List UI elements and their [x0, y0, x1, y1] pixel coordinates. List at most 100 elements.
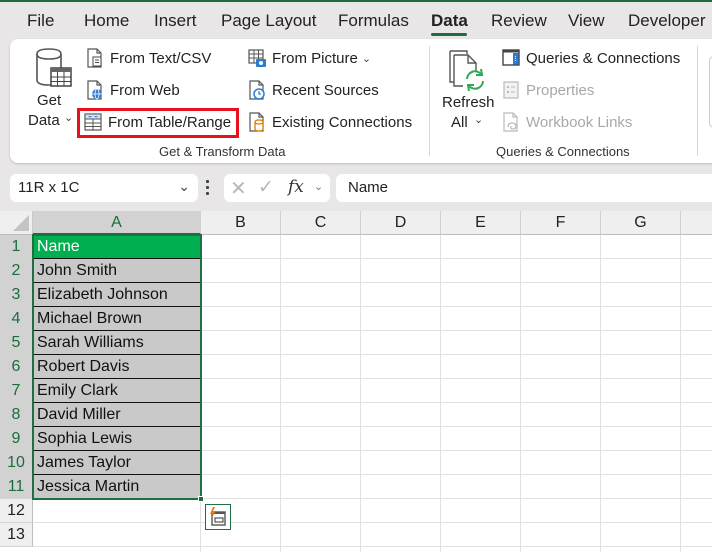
- cell-a5[interactable]: Sarah Williams: [34, 331, 200, 355]
- cell-a9[interactable]: Sophia Lewis: [34, 427, 200, 451]
- row-header-11[interactable]: 11: [0, 475, 33, 499]
- queries-connections-button[interactable]: Queries & Connections: [502, 48, 680, 68]
- row-header-5[interactable]: 5: [0, 331, 33, 355]
- column-header-d[interactable]: D: [361, 211, 441, 235]
- cell-a8[interactable]: David Miller: [34, 403, 200, 427]
- quick-analysis-button[interactable]: [205, 504, 231, 530]
- chevron-down-icon: ⌄: [361, 52, 372, 65]
- group-separator: [697, 46, 698, 156]
- refresh-icon: [449, 50, 484, 92]
- group-label-queries: Queries & Connections: [496, 144, 630, 159]
- cell-a3[interactable]: Elizabeth Johnson: [34, 283, 200, 307]
- formula-value: Name: [348, 179, 389, 196]
- tab-developer[interactable]: Developer: [628, 11, 706, 31]
- select-all-triangle-icon: [13, 215, 29, 231]
- from-text-csv-button[interactable]: From Text/CSV: [86, 48, 211, 68]
- group-label-get-transform: Get & Transform Data: [159, 144, 286, 159]
- cell-a11[interactable]: Jessica Martin: [34, 475, 200, 499]
- from-web-button[interactable]: From Web: [86, 80, 180, 100]
- from-text-csv-label: From Text/CSV: [110, 49, 212, 67]
- from-picture-button[interactable]: From Picture ⌄: [248, 48, 371, 68]
- row-header-6[interactable]: 6: [0, 355, 33, 379]
- chevron-down-icon: ⌄: [64, 112, 74, 124]
- quick-analysis-icon: [210, 507, 226, 526]
- row-header-3[interactable]: 3: [0, 283, 33, 307]
- tab-formulas[interactable]: Formulas: [338, 11, 409, 31]
- tab-page-layout[interactable]: Page Layout: [221, 11, 316, 31]
- refresh-all-button[interactable]: [440, 44, 496, 134]
- ribbon-tabs: File Home Insert Page Layout Formulas Da…: [0, 2, 712, 38]
- formula-buttons: ✕ ✓ fx ⌄: [224, 174, 330, 202]
- tab-view[interactable]: View: [568, 11, 605, 31]
- queries-connections-label: Queries & Connections: [526, 49, 681, 67]
- workbook-links-button[interactable]: Workbook Links: [502, 112, 632, 132]
- existing-connections-button[interactable]: Existing Connections: [248, 112, 412, 132]
- recent-sources-button[interactable]: Recent Sources: [248, 80, 379, 100]
- cancel-icon[interactable]: ✕: [230, 176, 247, 201]
- gridline: [33, 522, 712, 523]
- chevron-down-icon[interactable]: ⌄: [314, 180, 323, 193]
- web-file-icon: [87, 80, 102, 100]
- row-header-8[interactable]: 8: [0, 403, 33, 427]
- column-header-g[interactable]: G: [601, 211, 681, 235]
- column-header-b[interactable]: B: [201, 211, 281, 235]
- chevron-down-icon: ⌄: [474, 114, 484, 126]
- tab-file[interactable]: File: [27, 11, 54, 31]
- column-header-f[interactable]: F: [521, 211, 601, 235]
- more-options-icon[interactable]: [206, 180, 210, 196]
- cell-a2[interactable]: John Smith: [34, 259, 200, 283]
- row-header-2[interactable]: 2: [0, 259, 33, 283]
- chevron-down-icon[interactable]: ⌄: [178, 178, 190, 195]
- cell-a7[interactable]: Emily Clark: [34, 379, 200, 403]
- properties-button[interactable]: Properties: [502, 80, 594, 100]
- tab-insert[interactable]: Insert: [154, 11, 197, 31]
- tab-review[interactable]: Review: [491, 11, 547, 31]
- get-data-label-2: Data: [28, 112, 60, 129]
- gridline: [33, 546, 712, 547]
- cell-a1-header[interactable]: Name: [34, 235, 200, 259]
- spreadsheet-grid[interactable]: A B C D E F G 1 Name 2 John Smith 3 Elizabeth…: [0, 211, 712, 552]
- column-header-h-partial[interactable]: [681, 211, 712, 235]
- existing-connections-label: Existing Connections: [272, 113, 413, 131]
- fill-handle[interactable]: [198, 496, 204, 502]
- tab-data[interactable]: Data: [431, 11, 468, 31]
- workbook-links-icon: [503, 112, 518, 132]
- column-header-e[interactable]: E: [441, 211, 521, 235]
- get-data-label-1: Get: [37, 92, 62, 109]
- cell-a10[interactable]: James Taylor: [34, 451, 200, 475]
- row-header-10[interactable]: 10: [0, 451, 33, 475]
- existing-connections-icon: [249, 112, 264, 132]
- refresh-all-label-2: All: [451, 114, 468, 131]
- row-header-9[interactable]: 9: [0, 427, 33, 451]
- select-all-button[interactable]: [0, 211, 33, 235]
- row-header-13[interactable]: 13: [0, 523, 33, 547]
- name-box-value: 11R x 1C: [18, 179, 80, 196]
- row-header-1[interactable]: 1: [0, 235, 33, 259]
- highlight-box: [77, 108, 239, 138]
- column-header-c[interactable]: C: [281, 211, 361, 235]
- row-header-4[interactable]: 4: [0, 307, 33, 331]
- tab-home[interactable]: Home: [84, 11, 129, 31]
- workbook-links-label: Workbook Links: [526, 113, 633, 131]
- database-table-icon: [36, 48, 72, 87]
- picture-table-icon: [248, 49, 266, 67]
- recent-sources-label: Recent Sources: [272, 81, 379, 99]
- refresh-all-label-1: Refresh: [442, 94, 495, 111]
- row-header-12[interactable]: 12: [0, 499, 33, 523]
- recent-sources-icon: [249, 80, 265, 100]
- text-file-icon: [87, 48, 102, 68]
- from-picture-label: From Picture: [272, 49, 358, 67]
- cell-a4[interactable]: Michael Brown: [34, 307, 200, 331]
- active-tab-indicator: [431, 33, 467, 36]
- group-separator: [429, 46, 430, 156]
- queries-pane-icon: [502, 49, 520, 66]
- properties-label: Properties: [526, 81, 595, 99]
- name-box[interactable]: 11R x 1C ⌄: [10, 174, 198, 202]
- formula-input[interactable]: Name: [336, 174, 712, 202]
- enter-icon[interactable]: ✓: [258, 176, 274, 199]
- row-header-7[interactable]: 7: [0, 379, 33, 403]
- cell-a6[interactable]: Robert Davis: [34, 355, 200, 379]
- column-header-a[interactable]: A: [33, 211, 201, 235]
- from-web-label: From Web: [110, 81, 180, 99]
- insert-function-icon[interactable]: fx: [288, 177, 304, 197]
